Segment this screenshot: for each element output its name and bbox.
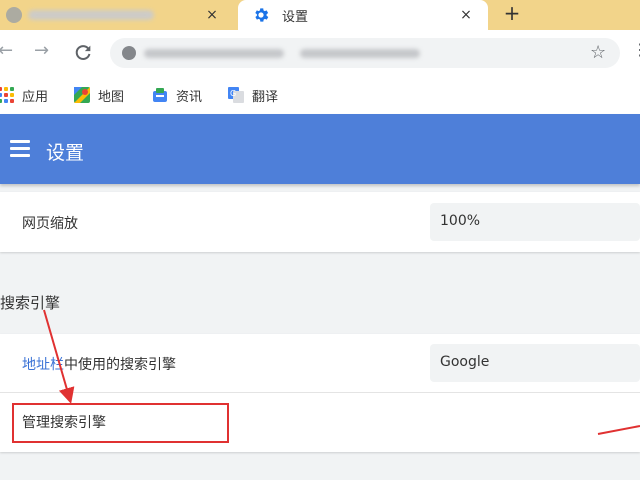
hamburger-menu-icon[interactable] (10, 140, 32, 158)
bookmark-news[interactable]: 资讯 (152, 76, 202, 114)
site-info-icon[interactable] (122, 46, 136, 60)
tab-close-icon[interactable]: × (456, 4, 476, 26)
gear-icon (255, 8, 269, 22)
settings-header: 设置 (0, 114, 640, 184)
bookmark-label: 地图 (98, 89, 125, 105)
reload-icon[interactable] (72, 42, 94, 64)
row-divider (0, 392, 640, 393)
tab-blurred[interactable]: × (0, 0, 234, 30)
bookmark-label: 应用 (22, 89, 49, 105)
bookmark-star-icon[interactable]: ☆ (590, 42, 606, 63)
bookmark-maps[interactable]: 地图 (74, 76, 124, 114)
translate-icon: G (228, 87, 244, 103)
tab-settings[interactable]: 设置 × (238, 0, 488, 30)
page-zoom-card: 网页缩放 100% (0, 192, 640, 252)
page-zoom-select[interactable]: 100% (430, 203, 640, 241)
bookmark-label: 翻译 (252, 89, 279, 105)
page-zoom-value: 100% (440, 213, 481, 229)
maps-icon (74, 87, 90, 103)
forward-icon[interactable]: → (34, 42, 49, 60)
news-icon (153, 88, 167, 102)
bookmark-translate[interactable]: G 翻译 (228, 76, 278, 114)
address-bar[interactable]: ☆ (110, 38, 620, 68)
back-icon[interactable]: ← (0, 42, 13, 60)
tab-strip: × 设置 × + (0, 0, 640, 30)
address-bar-engine-label: 地址栏中使用的搜索引擎 (22, 354, 176, 374)
tab-title-blurred (28, 10, 154, 20)
url-blurred (300, 49, 420, 58)
search-engine-section-title: 搜索引擎 (0, 294, 61, 312)
page-title: 设置 (46, 142, 85, 164)
browser-toolbar: ← → ☆ ⋮ (0, 30, 640, 76)
apps-grid-icon (0, 87, 14, 103)
svg-text:G: G (230, 89, 236, 98)
address-bar-link[interactable]: 地址栏 (22, 357, 64, 373)
new-tab-button[interactable]: + (500, 2, 524, 26)
bookmark-label: 资讯 (176, 89, 203, 105)
url-blurred (144, 49, 284, 58)
menu-icon[interactable]: ⋮ (632, 40, 640, 59)
bookmarks-bar: 应用 地图 资讯 G 翻译 (0, 76, 640, 114)
tab-favicon-icon (6, 7, 22, 23)
tab-title: 设置 (282, 10, 309, 25)
search-engine-value: Google (440, 354, 490, 370)
bookmark-apps[interactable]: 应用 (0, 76, 48, 114)
search-engine-select[interactable]: Google (430, 344, 640, 382)
annotation-highlight-box (12, 403, 229, 443)
page-zoom-label: 网页缩放 (22, 216, 78, 232)
address-bar-engine-text: 中使用的搜索引擎 (64, 357, 176, 373)
tab-close-icon[interactable]: × (202, 4, 222, 26)
